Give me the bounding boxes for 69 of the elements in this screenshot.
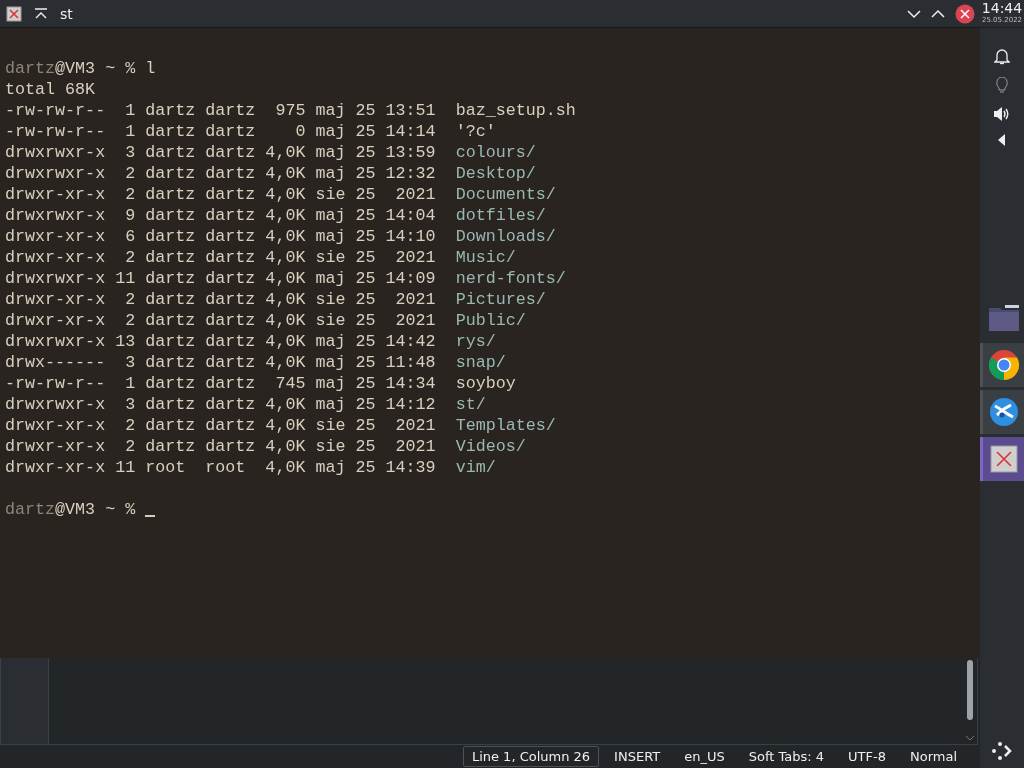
task-button[interactable] bbox=[980, 390, 1024, 434]
file-details: drwxr-xr-x 2 dartz dartz 4,0K sie 25 2021 bbox=[5, 436, 436, 457]
directory-name: Music/ bbox=[455, 247, 516, 268]
status-item[interactable]: UTF-8 bbox=[839, 746, 895, 767]
status-item[interactable]: Line 1, Column 26 bbox=[462, 746, 600, 767]
maximize-button[interactable] bbox=[931, 8, 945, 19]
file-name: soyboy bbox=[455, 373, 516, 394]
directory-name: dotfiles/ bbox=[455, 205, 546, 226]
keep-above-button[interactable] bbox=[34, 7, 48, 20]
directory-name: rys/ bbox=[455, 331, 496, 352]
speaker-icon[interactable] bbox=[993, 106, 1011, 122]
file-details: -rw-rw-r-- 1 dartz dartz 745 maj 25 14:34 bbox=[5, 373, 436, 394]
status-item[interactable]: Soft Tabs: 4 bbox=[739, 746, 834, 767]
expand-arrow-icon[interactable] bbox=[998, 134, 1006, 146]
task-button[interactable] bbox=[980, 437, 1024, 481]
window-title: st bbox=[60, 5, 74, 22]
file-details: drwxrwxr-x 13 dartz dartz 4,0K maj 25 14:42 bbox=[5, 331, 436, 352]
file-details: drwxrwxr-x 11 dartz dartz 4,0K maj 25 14:09 bbox=[5, 268, 436, 289]
browser-icon bbox=[987, 349, 1020, 381]
app-icon bbox=[6, 5, 22, 22]
file-details: drwxr-xr-x 2 dartz dartz 4,0K sie 25 2021 bbox=[5, 310, 436, 331]
prompt-text: @VM3 ~ % bbox=[55, 59, 137, 78]
file-details: drwxr-xr-x 2 dartz dartz 4,0K sie 25 2021 bbox=[5, 184, 436, 205]
prompt-user: dartz bbox=[5, 59, 56, 78]
status-item[interactable]: Normal bbox=[900, 746, 966, 767]
prompt-text: @VM3 ~ % bbox=[55, 500, 136, 519]
file-details: drwx------ 3 dartz dartz 4,0K maj 25 11:48 bbox=[5, 352, 436, 373]
command-text: l bbox=[145, 59, 156, 78]
directory-name: st/ bbox=[455, 394, 486, 415]
directory-name: Videos/ bbox=[455, 436, 526, 457]
file-details: drwxrwxr-x 3 dartz dartz 4,0K maj 25 14:12 bbox=[5, 394, 436, 415]
clock-time: 14:44 bbox=[981, 1, 1023, 16]
file-details: drwxr-xr-x 6 dartz dartz 4,0K maj 25 14:10 bbox=[5, 226, 436, 247]
file-details: drwxr-xr-x 2 dartz dartz 4,0K sie 25 2021 bbox=[5, 289, 436, 310]
output-line: total 68K bbox=[5, 79, 96, 100]
directory-name: Templates/ bbox=[455, 415, 556, 436]
file-details: drwxr-xr-x 2 dartz dartz 4,0K sie 25 2021 bbox=[5, 247, 436, 268]
minimize-button[interactable] bbox=[907, 8, 921, 19]
prompt-user: dartz bbox=[5, 500, 56, 519]
directory-name: Pictures/ bbox=[455, 289, 546, 310]
directory-name: colours/ bbox=[455, 142, 536, 163]
cursor bbox=[145, 515, 156, 517]
file-details: -rw-rw-r-- 1 dartz dartz 975 maj 25 13:51 bbox=[5, 100, 436, 121]
directory-name: Desktop/ bbox=[455, 163, 536, 184]
task-button[interactable] bbox=[980, 343, 1024, 387]
file-details: -rw-rw-r-- 1 dartz dartz 0 maj 25 14:14 bbox=[5, 121, 436, 142]
file-name: baz_setup.sh bbox=[455, 100, 576, 121]
directory-name: nerd-fonts/ bbox=[455, 268, 566, 289]
directory-name: Downloads/ bbox=[455, 226, 556, 247]
directory-name: vim/ bbox=[455, 457, 496, 478]
directory-name: Public/ bbox=[455, 310, 526, 331]
app-icon bbox=[989, 445, 1018, 473]
file-details: drwxrwxr-x 9 dartz dartz 4,0K maj 25 14:04 bbox=[5, 205, 436, 226]
status-item[interactable]: en_US bbox=[675, 746, 734, 767]
directory-name: snap/ bbox=[455, 352, 506, 373]
status-item[interactable]: INSERT bbox=[605, 746, 670, 767]
file-details: drwxr-xr-x 11 root root 4,0K maj 25 14:39 bbox=[5, 457, 436, 478]
bell-icon[interactable] bbox=[994, 48, 1010, 65]
file-name: '?c' bbox=[455, 121, 496, 142]
file-details: drwxr-xr-x 2 dartz dartz 4,0K sie 25 2021 bbox=[5, 415, 436, 436]
bird-icon bbox=[988, 397, 1019, 427]
file-details: drwxrwxr-x 2 dartz dartz 4,0K maj 25 12:32 bbox=[5, 163, 436, 184]
file-details: drwxrwxr-x 3 dartz dartz 4,0K maj 25 13:59 bbox=[5, 142, 436, 163]
directory-name: Documents/ bbox=[455, 184, 556, 205]
folder-icon bbox=[987, 304, 1020, 332]
close-button[interactable] bbox=[955, 3, 975, 24]
lightbulb-icon[interactable] bbox=[996, 77, 1008, 94]
application-launcher-icon[interactable] bbox=[990, 740, 1014, 762]
scroll-down-icon[interactable] bbox=[965, 735, 975, 741]
